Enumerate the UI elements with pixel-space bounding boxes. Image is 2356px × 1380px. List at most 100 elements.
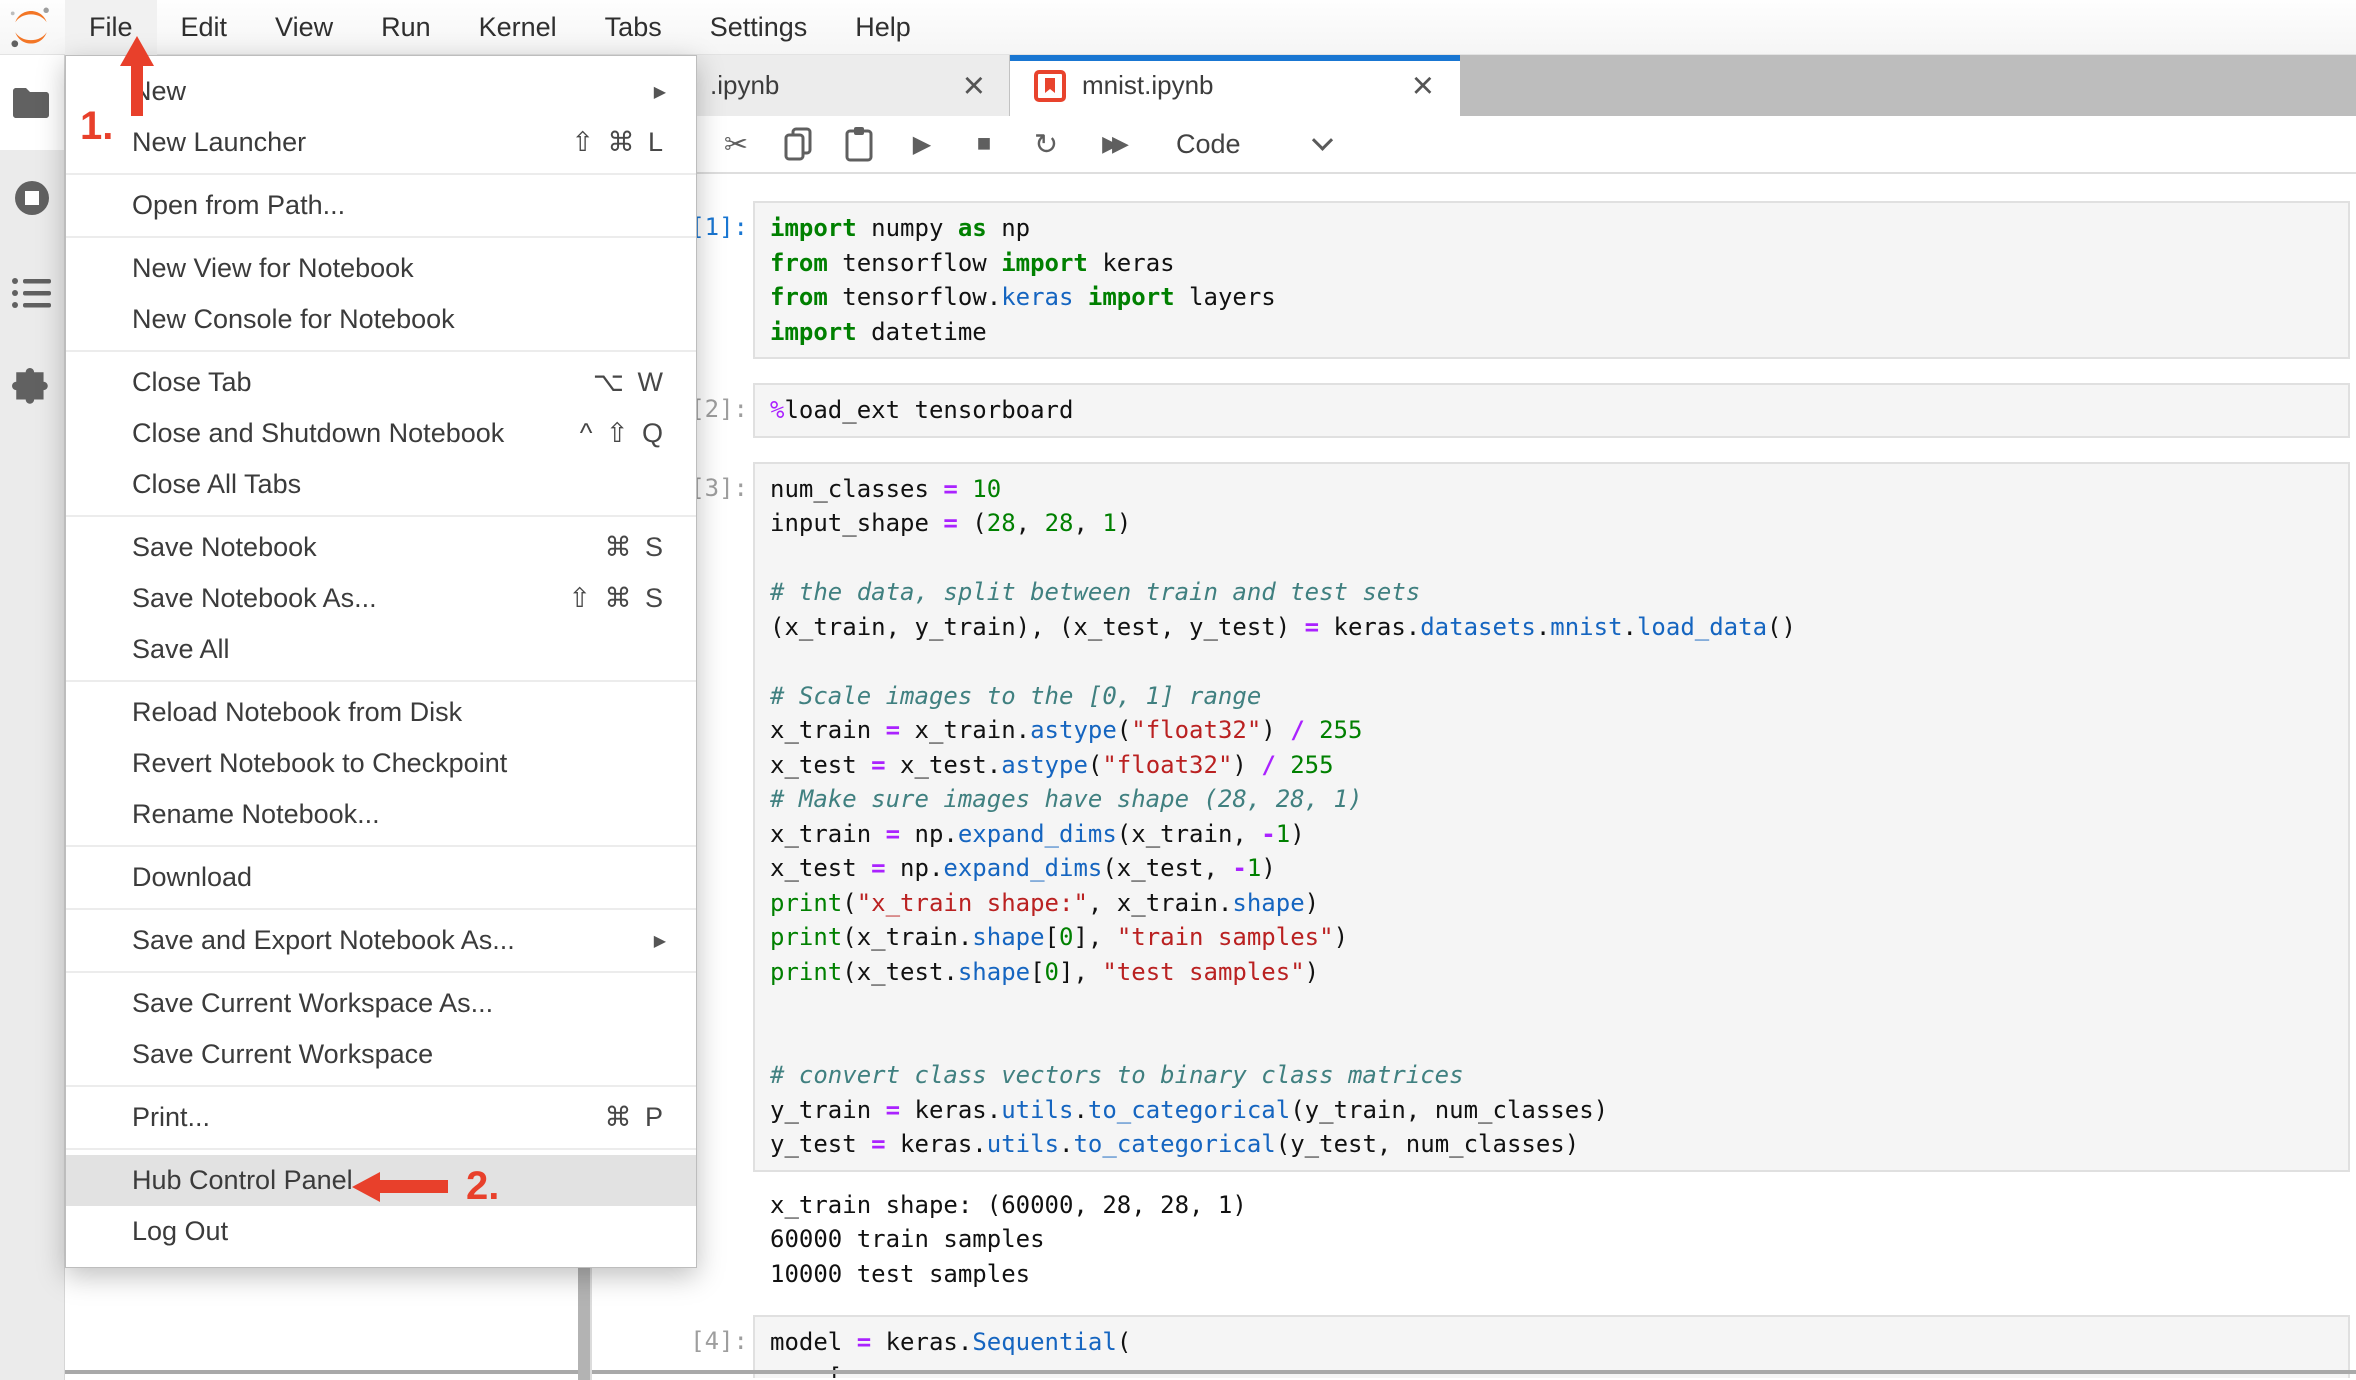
notebook-cell: [3]: num_classes = 10 input_shape = (28, 2… xyxy=(592,461,2356,1172)
menubar-item-tabs[interactable]: Tabs xyxy=(581,0,686,55)
close-icon[interactable]: × xyxy=(1412,67,1434,105)
cut-icon[interactable]: ✂ xyxy=(720,127,752,162)
fast-forward-icon[interactable]: ▶▶ xyxy=(1092,131,1132,157)
file-browser-icon xyxy=(13,87,49,118)
submenu-arrow-icon: ▶ xyxy=(653,83,666,101)
notebook-cell: [4]:model = keras.Sequential( [ xyxy=(592,1315,2356,1378)
menu-item-shortcut: ⌘ P xyxy=(604,1102,666,1132)
notebook-icon xyxy=(1034,69,1066,102)
close-icon[interactable]: × xyxy=(963,67,985,105)
menu-separator xyxy=(66,515,696,517)
file-menu-item[interactable]: Save and Export Notebook As... ▶ xyxy=(66,915,696,966)
main-dock-panel: .ipynb × mnist.ipynb × ✂ ▶ ■ ↻ ▶▶ Code [1]: i… xyxy=(592,55,2356,1380)
file-menu-item[interactable]: Save Current Workspace xyxy=(66,1029,696,1080)
menu-item-shortcut: ⇧ ⌘ L xyxy=(571,127,666,157)
menubar-item-edit[interactable]: Edit xyxy=(157,0,252,55)
run-icon[interactable]: ▶ xyxy=(906,130,938,159)
file-menu-dropdown: New ▶ New Launcher ⇧ ⌘ L Open from Path... Ne… xyxy=(65,55,697,1268)
file-menu-item[interactable]: Open from Path... xyxy=(66,180,696,231)
copy-icon[interactable] xyxy=(782,126,814,162)
annotation-arrow-up xyxy=(120,36,154,116)
jupyterlab-window: .ipynb × mnist.ipynb × ✂ ▶ ■ ↻ ▶▶ Code [1]: i… xyxy=(0,0,2356,1380)
file-menu-item[interactable]: Save Notebook As... ⇧ ⌘ S xyxy=(66,573,696,624)
menu-separator xyxy=(66,908,696,910)
restart-icon[interactable]: ↻ xyxy=(1030,127,1062,162)
table-of-contents-icon xyxy=(12,277,51,308)
menu-item-label: New Launcher xyxy=(132,127,307,157)
sidebar-item-files[interactable] xyxy=(0,55,64,150)
sidebar-item-table-of-contents[interactable] xyxy=(0,245,64,340)
sidebar-item-extensions[interactable] xyxy=(0,340,64,435)
menu-item-label: Download xyxy=(132,862,253,892)
file-menu-item[interactable]: Log Out xyxy=(66,1206,696,1257)
menu-separator xyxy=(66,236,696,238)
file-menu-item[interactable]: Download xyxy=(66,852,696,903)
sidebar-item-running-kernels[interactable] xyxy=(0,150,64,245)
annotation-step-2: 2. xyxy=(466,1164,500,1208)
file-menu-item[interactable]: Close All Tabs xyxy=(66,459,696,510)
chevron-down-icon[interactable] xyxy=(1311,129,1333,151)
menu-item-label: Hub Control Panel xyxy=(132,1165,353,1195)
menu-separator xyxy=(66,971,696,973)
annotation-arrow-left: 2. xyxy=(352,1164,499,1209)
code-cell-editor[interactable]: import numpy as np from tensorflow import… xyxy=(753,201,2350,359)
file-menu-item[interactable]: New Launcher ⇧ ⌘ L xyxy=(66,117,696,168)
file-menu-item[interactable]: Rename Notebook... xyxy=(66,789,696,840)
code-cell-editor[interactable]: %load_ext tensorboard xyxy=(753,383,2350,438)
menu-item-label: New View for Notebook xyxy=(132,253,414,283)
file-menu-item[interactable]: New Console for Notebook xyxy=(66,294,696,345)
tab-label: mnist.ipynb xyxy=(1082,70,1214,100)
menubar-item-kernel[interactable]: Kernel xyxy=(455,0,581,55)
menu-item-label: Save Notebook xyxy=(132,532,317,562)
stop-icon[interactable]: ■ xyxy=(968,130,1000,158)
notebook-toolbar: ✂ ▶ ■ ↻ ▶▶ Code xyxy=(592,116,2356,174)
menu-item-label: Close and Shutdown Notebook xyxy=(132,418,505,448)
menu-bar: File Edit View Run Kernel Tabs Settings Help xyxy=(0,0,2356,55)
submenu-arrow-icon: ▶ xyxy=(653,932,666,950)
annotation-step-1: 1. xyxy=(80,104,114,148)
menu-separator xyxy=(66,173,696,175)
menu-item-shortcut: ^ ⇧ Q xyxy=(579,418,666,448)
tab-bar: .ipynb × mnist.ipynb × xyxy=(592,55,2356,116)
menu-item-label: Save Notebook As... xyxy=(132,583,377,613)
code-cell-editor[interactable]: num_classes = 10 input_shape = (28, 28, 1… xyxy=(753,461,2350,1172)
extensions-icon xyxy=(12,367,48,404)
file-menu-item[interactable]: Save Notebook ⌘ S xyxy=(66,522,696,573)
file-menu-item[interactable]: New View for Notebook xyxy=(66,243,696,294)
menu-item-label: New Console for Notebook xyxy=(132,304,455,334)
menu-item-label: Save and Export Notebook As... xyxy=(132,925,515,955)
menu-separator xyxy=(66,845,696,847)
running-kernels-icon xyxy=(15,180,49,215)
panel-bottom-border xyxy=(65,1370,2356,1374)
file-menu-item[interactable]: Revert Notebook to Checkpoint xyxy=(66,738,696,789)
paste-icon[interactable] xyxy=(844,126,876,162)
menubar-item-run[interactable]: Run xyxy=(357,0,455,55)
menu-item-shortcut: ⌘ S xyxy=(604,532,666,562)
menu-item-label: Open from Path... xyxy=(132,190,346,220)
menu-item-label: Save All xyxy=(132,634,230,664)
menu-item-label: Log Out xyxy=(132,1216,229,1246)
cell-type-dropdown[interactable]: Code xyxy=(1176,129,1241,160)
menu-item-label: Reload Notebook from Disk xyxy=(132,697,463,727)
menu-item-shortcut: ⇧ ⌘ S xyxy=(568,583,666,613)
file-menu-item[interactable]: Reload Notebook from Disk xyxy=(66,687,696,738)
tab-label: .ipynb xyxy=(710,70,780,100)
file-menu-item[interactable]: New ▶ xyxy=(66,66,696,117)
menu-item-label: Rename Notebook... xyxy=(132,799,380,829)
tab-mnist-notebook[interactable]: mnist.ipynb × xyxy=(1010,55,1460,116)
file-menu-item[interactable]: Close and Shutdown Notebook ^ ⇧ Q xyxy=(66,408,696,459)
file-menu-item[interactable]: Print... ⌘ P xyxy=(66,1092,696,1143)
file-menu-item[interactable]: Save Current Workspace As... xyxy=(66,978,696,1029)
file-menu-item[interactable]: Close Tab ⌥ W xyxy=(66,357,696,408)
code-cell-editor[interactable]: model = keras.Sequential( [ xyxy=(753,1315,2350,1378)
menu-separator xyxy=(66,1085,696,1087)
menubar-item-help[interactable]: Help xyxy=(831,0,935,55)
file-menu-item[interactable]: Save All xyxy=(66,624,696,675)
menubar-item-view[interactable]: View xyxy=(251,0,357,55)
menu-item-label: Revert Notebook to Checkpoint xyxy=(132,748,508,778)
jupyter-logo-icon[interactable] xyxy=(8,4,54,50)
notebook-cell: [2]: %load_ext tensorboard xyxy=(592,383,2356,438)
notebook-content: [1]: import numpy as np from tensorflow im… xyxy=(592,174,2356,1378)
menubar-item-settings[interactable]: Settings xyxy=(686,0,832,55)
menu-separator xyxy=(66,350,696,352)
